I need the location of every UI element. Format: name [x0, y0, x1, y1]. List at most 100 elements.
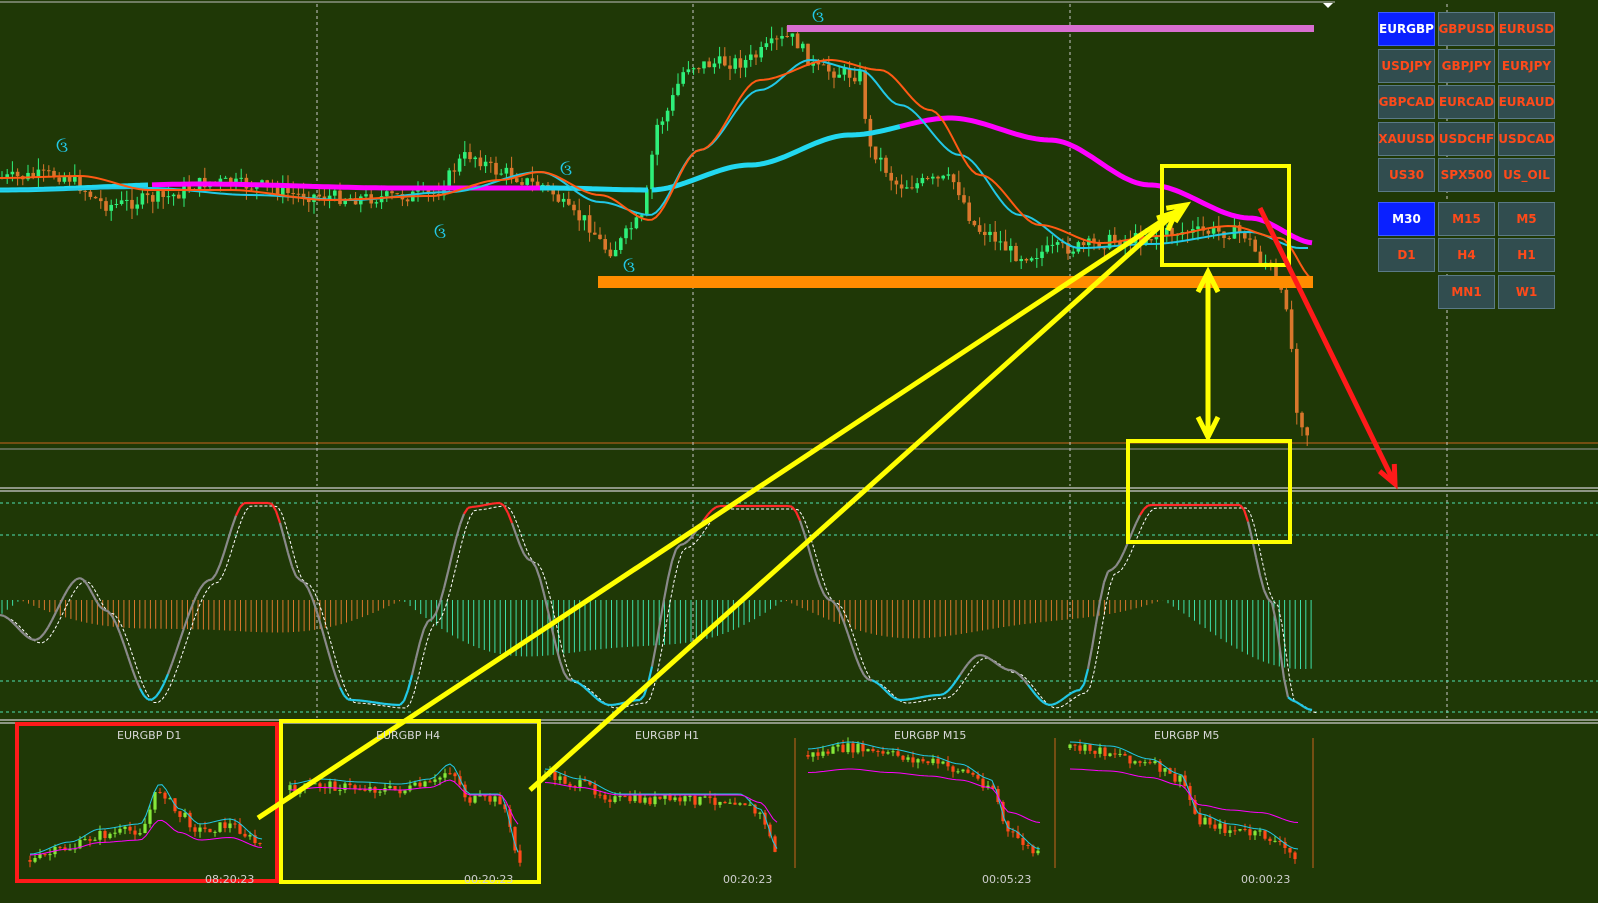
stochastic-line — [371, 700, 377, 704]
button-w1[interactable]: W1 — [1498, 275, 1555, 309]
button-usdchf[interactable]: USDCHF — [1438, 121, 1495, 156]
button-mn1[interactable]: MN1 — [1438, 275, 1495, 309]
mini-chart-4 — [1068, 739, 1299, 864]
stochastic-line — [347, 698, 353, 702]
candle-body — [99, 198, 103, 202]
candle-body — [567, 198, 571, 205]
candle-body — [218, 178, 223, 182]
candle-body — [483, 161, 488, 167]
stochastic-line — [1015, 671, 1021, 677]
candle-body — [1248, 238, 1252, 240]
mini-candle — [378, 791, 382, 793]
button-xauusd[interactable]: XAUUSD — [1378, 121, 1435, 156]
candle-body — [795, 33, 800, 49]
stochastic-line — [186, 605, 194, 617]
mini-candle — [83, 839, 87, 841]
mini-candle — [891, 751, 895, 753]
mini-candle — [238, 823, 242, 834]
stochastic-line — [1115, 559, 1121, 567]
button-gbpcad[interactable]: GBPCAD — [1378, 85, 1435, 119]
candle-body — [166, 196, 171, 198]
trading-terminal: ઉ ઉ ઉ ઉ ઉ EURGBP GBPUSD EURUSD USDJPY GBPJPY EURJ… — [0, 0, 1598, 903]
candle-body — [889, 172, 893, 181]
mini-candle — [608, 799, 612, 802]
button-m15[interactable]: M15 — [1438, 202, 1495, 236]
stochastic-line — [915, 696, 921, 700]
candle-body — [317, 194, 321, 197]
stochastic-line — [267, 501, 273, 506]
button-us-oil[interactable]: US_OIL — [1498, 158, 1555, 192]
fractal-marker: ઉ — [623, 257, 635, 276]
stochastic-line — [1098, 582, 1106, 602]
stochastic-line — [955, 674, 961, 682]
button-gbpusd[interactable]: GBPUSD — [1438, 12, 1495, 46]
stochastic-line — [911, 697, 917, 701]
stochastic-line — [310, 597, 318, 610]
mini-candle — [1118, 753, 1122, 755]
candle-body — [291, 193, 295, 195]
button-euraud[interactable]: EURAUD — [1498, 85, 1555, 119]
button-eurcad[interactable]: EURCAD — [1438, 85, 1495, 119]
stochastic-line — [1039, 698, 1045, 704]
candle-body — [712, 63, 717, 68]
stochastic-line — [883, 688, 889, 694]
button-usdcad[interactable]: USDCAD — [1498, 121, 1555, 156]
candle-body — [177, 194, 181, 199]
stochastic-line — [1242, 509, 1250, 523]
stochastic-line — [599, 700, 605, 705]
stochastic-line — [1307, 708, 1313, 712]
candle-body — [967, 202, 971, 221]
candle-body — [821, 64, 826, 66]
candle-body — [775, 38, 779, 40]
button-d1[interactable]: D1 — [1378, 238, 1435, 272]
stochastic-line — [831, 599, 837, 606]
candle-body — [223, 177, 228, 179]
stochastic-line — [126, 656, 134, 669]
candle-body — [832, 71, 836, 78]
stochastic-line — [787, 504, 793, 508]
mini-candle — [198, 827, 202, 832]
stochastic-line — [818, 584, 826, 595]
button-us30[interactable]: US30 — [1378, 158, 1435, 192]
stochastic-line — [63, 588, 69, 597]
stochastic-line — [334, 676, 342, 688]
mini-candle — [1268, 838, 1272, 841]
stochastic-line — [151, 695, 157, 701]
candle-body — [629, 228, 633, 230]
mini-candle — [1163, 768, 1167, 772]
candle-body — [915, 183, 919, 189]
stochastic-line — [871, 679, 877, 684]
candle-body — [15, 171, 20, 177]
button-spx500[interactable]: SPX500 — [1438, 158, 1495, 192]
mini-candle — [1026, 844, 1030, 846]
candle-body — [171, 194, 176, 197]
button-h1[interactable]: H1 — [1498, 238, 1555, 272]
candle-body — [988, 231, 992, 236]
button-eurgbp[interactable]: EURGBP — [1378, 12, 1435, 46]
resistance-line — [787, 25, 1314, 32]
button-gbpjpy[interactable]: GBPJPY — [1438, 48, 1495, 83]
button-h4[interactable]: H4 — [1438, 238, 1495, 272]
button-m30[interactable]: M30 — [1378, 202, 1435, 236]
mini-candle — [1098, 747, 1102, 754]
candle-body — [463, 152, 467, 159]
candle-body — [1024, 258, 1029, 261]
candle-body — [109, 204, 113, 211]
candle-body — [57, 177, 61, 182]
stochastic-line — [1063, 694, 1069, 700]
stochastic-line — [75, 576, 81, 581]
mini-candle — [28, 860, 32, 862]
mini-candle — [1198, 813, 1202, 825]
button-eurusd[interactable]: EURUSD — [1498, 12, 1555, 46]
candle-body — [364, 194, 368, 197]
stochastic-line — [987, 656, 993, 662]
button-eurjpy[interactable]: EURJPY — [1498, 48, 1555, 83]
stochastic-line — [571, 679, 577, 683]
chart-canvas[interactable]: ઉ ઉ ઉ ઉ ઉ — [0, 0, 1598, 903]
mini-candle — [896, 751, 900, 756]
stochastic-line — [842, 622, 850, 635]
button-m5[interactable]: M5 — [1498, 202, 1555, 236]
stochastic-line — [959, 668, 965, 676]
candle-body — [83, 190, 87, 192]
button-usdjpy[interactable]: USDJPY — [1378, 48, 1435, 83]
